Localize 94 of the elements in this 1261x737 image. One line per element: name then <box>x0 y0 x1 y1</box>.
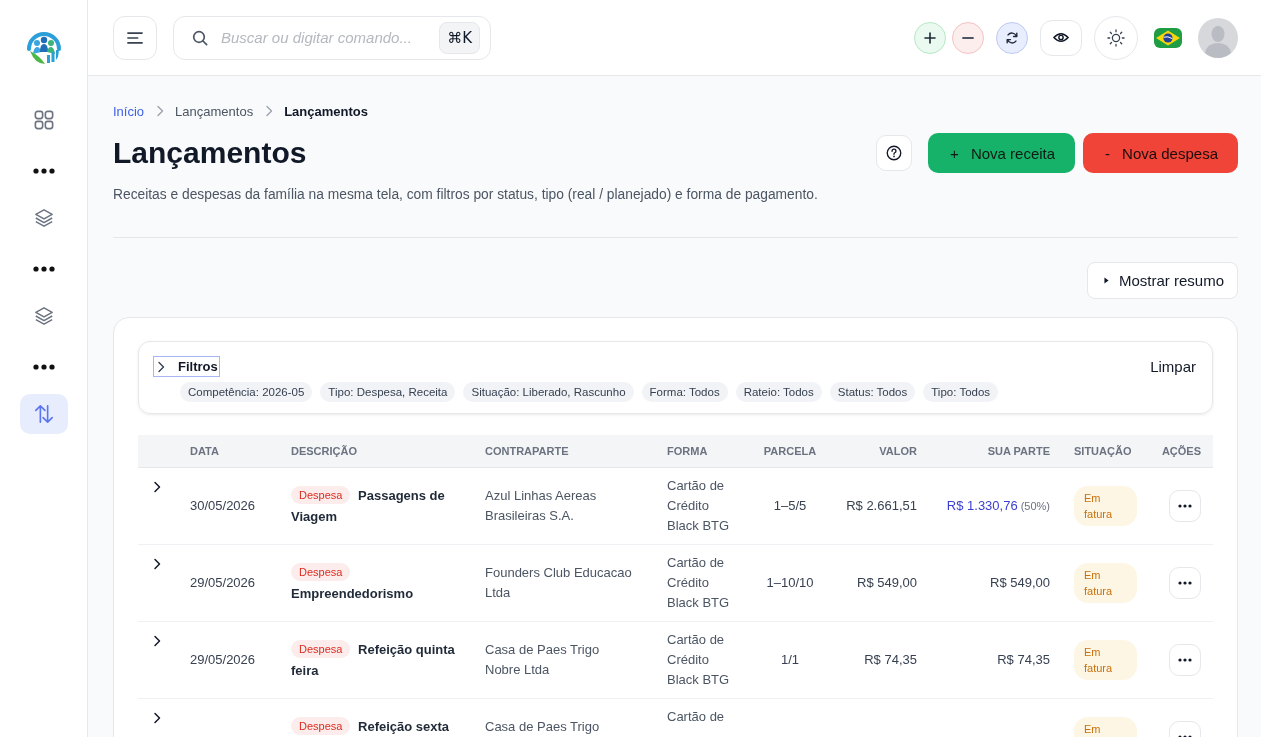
share-amount: R$ 74,35 <box>997 652 1050 667</box>
payment-method-cell: Cartão de Crédito Black BTG <box>667 478 730 533</box>
installment-cell: 1–10/10 <box>766 575 814 590</box>
grid-icon <box>33 110 54 130</box>
chevron-right-icon <box>153 481 161 493</box>
new-income-button[interactable]: + Nova receita <box>928 133 1076 173</box>
plus-icon <box>924 31 936 44</box>
filter-chip[interactable]: Tipo: Despesa, Receita <box>320 382 456 402</box>
layers-icon <box>33 306 54 326</box>
status-badge: Em fatura <box>1074 486 1137 526</box>
actions-button[interactable] <box>1169 644 1201 676</box>
column-header: SITUAÇÃO <box>1074 445 1132 457</box>
share-amount: R$ 1.330,76 <box>946 498 1018 513</box>
chevron-right-icon <box>156 105 165 117</box>
date-cell: 29/05/2026 <box>190 652 256 667</box>
date-cell: 29/05/2026 <box>190 575 256 590</box>
breadcrumb-link[interactable]: Lançamentos <box>175 103 254 119</box>
search-input[interactable]: Buscar ou digitar comando... <box>221 25 436 50</box>
filter-chip[interactable]: Rateio: Todos <box>735 382 822 402</box>
summary-toggle-button[interactable]: Mostrar resumo <box>1086 262 1238 299</box>
description-cell: Despesa Empreendedorismo <box>291 562 465 604</box>
payment-method-cell: Cartão de <box>667 709 725 724</box>
column-header: AÇÕES <box>1161 445 1201 457</box>
column-header: VALOR <box>879 445 917 457</box>
flag-icon[interactable] <box>1154 27 1182 48</box>
page-subtitle: Receitas e despesas da família na mesma tela, com filtros por status, tipo (real / planejado) e forma de pagamento. <box>113 187 819 203</box>
more-icon <box>1178 504 1192 508</box>
chevron-right-icon <box>153 635 161 647</box>
minus-button[interactable] <box>952 21 984 54</box>
column-header: PARCELA <box>763 445 817 457</box>
question-icon <box>886 145 903 161</box>
share-percent: (50%) <box>1020 500 1050 512</box>
counterparty-cell: Azul Linhas Aereas Brasileiras S.A. <box>485 488 597 523</box>
chevron-right-icon <box>153 558 161 570</box>
filter-chip[interactable]: Situação: Liberado, Rascunho <box>463 382 634 402</box>
up-down-arrows-icon <box>33 404 54 424</box>
triangle-icon <box>1103 277 1109 284</box>
refresh-button[interactable] <box>996 21 1028 54</box>
filter-chip[interactable]: Forma: Todos <box>641 382 728 402</box>
status-badge: Em fatura <box>1074 640 1137 680</box>
description-cell: Despesa Refeição sexta <box>291 716 465 737</box>
description-cell-text: Despesa Passagens de Viagem <box>291 485 446 526</box>
help-button[interactable] <box>876 135 913 171</box>
menu-button[interactable] <box>113 15 157 60</box>
filter-chip[interactable]: Status: Todos <box>829 382 916 402</box>
column-header: SUA PARTE <box>987 445 1050 457</box>
plus-button[interactable] <box>914 21 946 54</box>
chevron-right-icon <box>153 712 161 724</box>
more-icon <box>1178 658 1192 662</box>
status-badge: Em <box>1074 717 1137 737</box>
column-header: DESCRIÇÃO <box>291 445 357 457</box>
search-icon <box>192 29 208 46</box>
chevron-right-icon <box>265 105 274 117</box>
column-header: FORMA <box>667 445 708 457</box>
filter-toggle[interactable]: Filtros <box>153 356 220 377</box>
search-field[interactable]: Buscar ou digitar comando... ⌘K <box>173 15 491 60</box>
description-cell-text: Despesa Refeição quinta feira <box>291 639 456 680</box>
actions-button[interactable] <box>1169 490 1201 522</box>
date-cell: 30/05/2026 <box>190 498 256 513</box>
logo-icon[interactable] <box>25 30 62 66</box>
amount-cell: R$ 2.661,51 <box>846 498 917 513</box>
actions-button[interactable] <box>1169 567 1201 599</box>
payment-method-cell: Cartão de Crédito Black BTG <box>667 632 730 687</box>
breadcrumb-link[interactable]: Início <box>113 103 145 119</box>
chevron-right-icon <box>155 360 167 373</box>
refresh-icon <box>1005 30 1019 45</box>
page-title: Lançamentos <box>113 135 307 171</box>
amount-cell: R$ 74,35 <box>864 652 917 667</box>
share-amount: R$ 549,00 <box>990 575 1050 590</box>
filter-chip[interactable]: Tipo: Todos <box>923 382 999 402</box>
payment-method-cell: Cartão de Crédito Black BTG <box>667 555 730 610</box>
installment-cell: 1–5/5 <box>773 498 807 513</box>
counterparty-cell: Casa de Paes Trigo Nobre Ltda <box>485 642 600 677</box>
minus-icon <box>962 36 974 39</box>
counterparty-cell: Founders Club Educacao Ltda <box>485 565 632 600</box>
clear-button[interactable]: Limpar <box>1150 358 1196 375</box>
menu-icon <box>127 29 143 46</box>
installment-cell: 1/1 <box>780 652 800 667</box>
nav-button[interactable] <box>19 394 68 434</box>
theme-button[interactable] <box>1094 15 1138 60</box>
eye-icon <box>1053 32 1069 43</box>
filter-chip[interactable]: Competência: 2026-05 <box>180 382 313 402</box>
visibility-button[interactable] <box>1040 19 1082 56</box>
amount-cell: R$ 549,00 <box>857 575 917 590</box>
shortcut-key: ⌘K <box>439 21 480 54</box>
status-badge: Em fatura <box>1074 563 1137 603</box>
column-header: CONTRAPARTE <box>485 445 569 457</box>
column-header: DATA <box>190 445 219 457</box>
breadcrumb-current: Lançamentos <box>284 103 368 119</box>
new-expense-button[interactable]: - Nova despesa <box>1083 133 1238 173</box>
layers-icon <box>33 208 54 228</box>
sun-icon <box>1107 28 1125 47</box>
counterparty-cell: Casa de Paes Trigo <box>485 719 600 734</box>
more-icon <box>1178 581 1192 585</box>
